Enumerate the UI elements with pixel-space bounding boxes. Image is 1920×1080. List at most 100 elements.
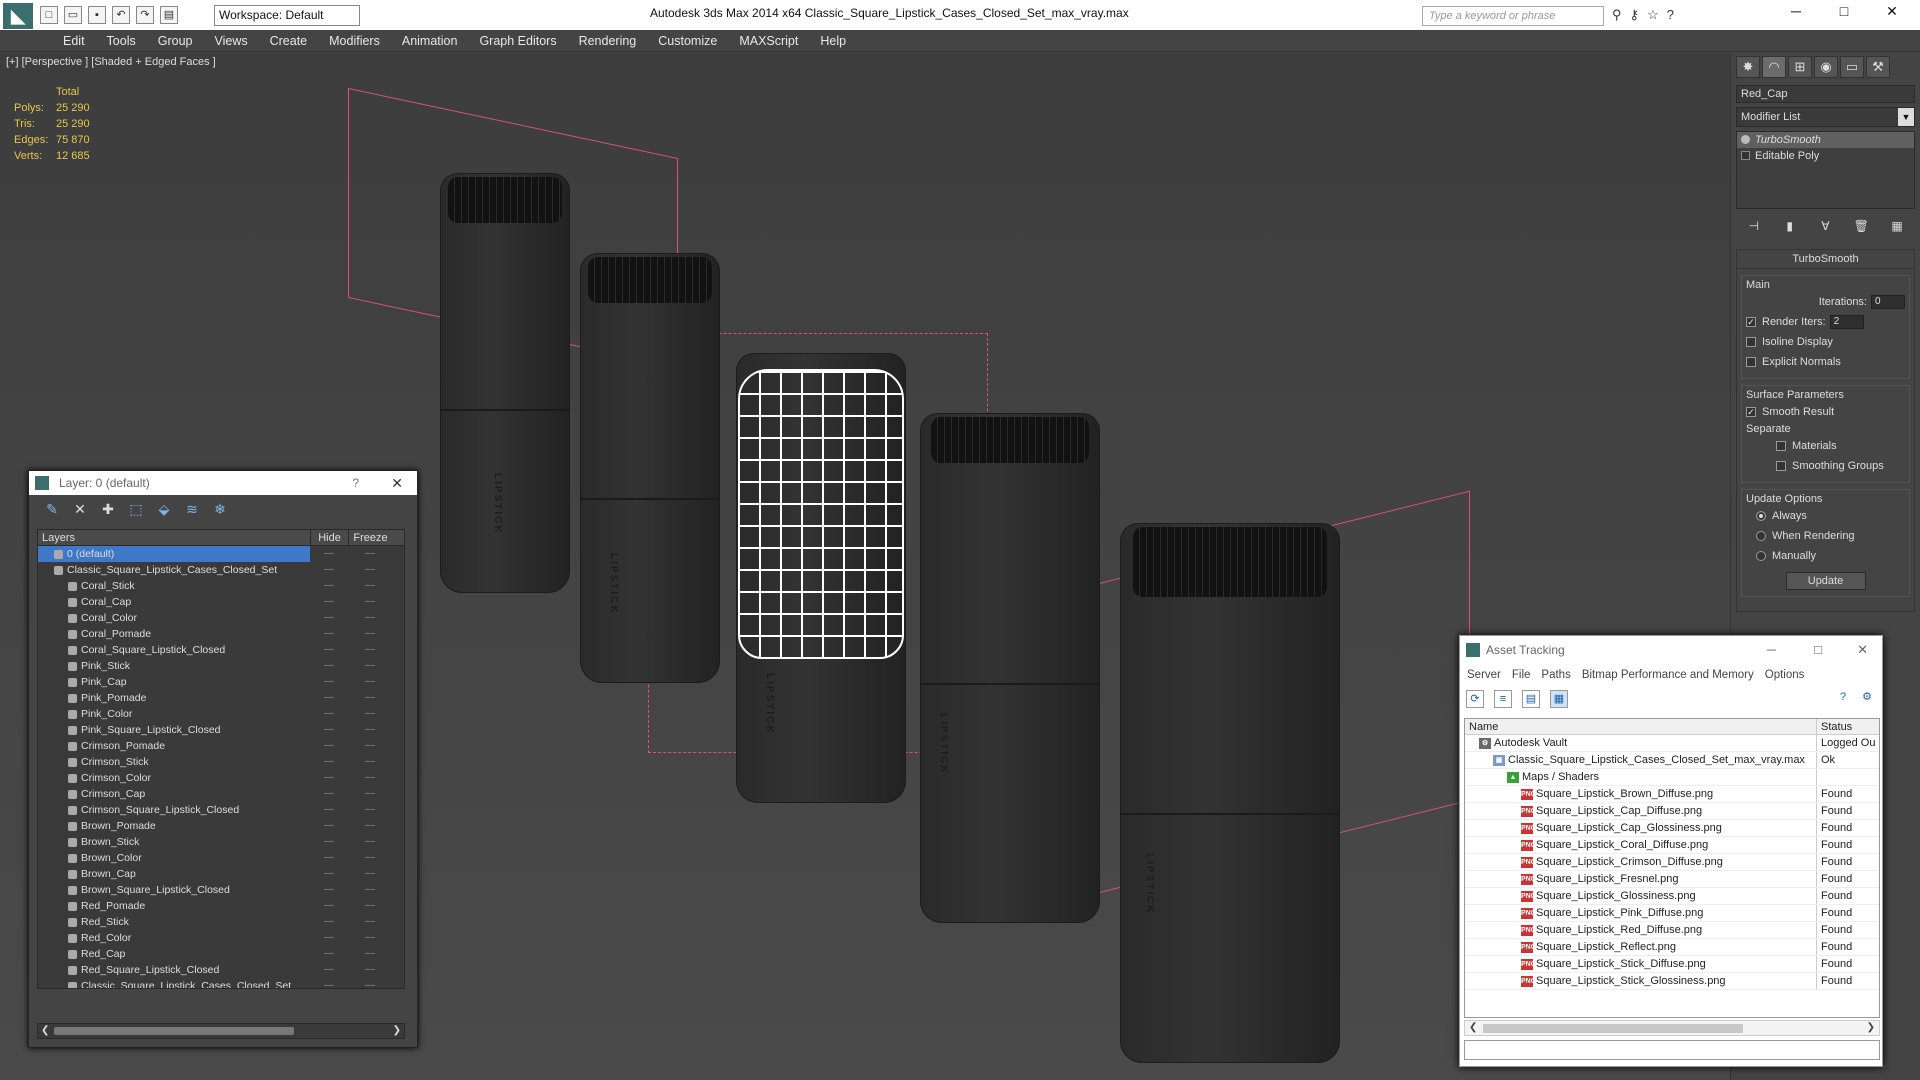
workspace-dropdown[interactable]: Workspace: Default [214, 5, 360, 26]
update-button[interactable]: Update [1785, 572, 1866, 590]
help-icon[interactable]: ? [1834, 689, 1852, 707]
open-file-icon[interactable]: ▭ [64, 6, 82, 24]
freeze-toggle[interactable]: — [348, 722, 392, 738]
asset-row[interactable]: PNGSquare_Lipstick_Brown_Diffuse.png Foun… [1465, 786, 1879, 803]
selected-cap-wireframe[interactable] [738, 369, 904, 659]
layer-row[interactable]: Brown_Stick — — [38, 834, 404, 850]
freeze-toggle[interactable]: — [348, 978, 392, 988]
hide-toggle[interactable]: — [310, 786, 348, 802]
asset-menu-item[interactable]: Bitmap Performance and Memory [1579, 664, 1762, 686]
configure-modifier-sets-icon[interactable]: ▦ [1887, 217, 1907, 235]
asset-menu-item[interactable]: Options [1762, 664, 1813, 686]
asset-row[interactable]: PNGSquare_Lipstick_Red_Diffuse.png Found [1465, 922, 1879, 939]
hide-toggle[interactable]: — [310, 690, 348, 706]
hide-toggle[interactable]: — [310, 818, 348, 834]
layer-row[interactable]: Coral_Stick — — [38, 578, 404, 594]
freeze-toggle[interactable]: — [348, 866, 392, 882]
list-view-icon[interactable]: ≡ [1494, 690, 1512, 708]
asset-row[interactable]: PNGSquare_Lipstick_Cap_Diffuse.png Found [1465, 803, 1879, 820]
lightbulb-icon[interactable] [1741, 135, 1750, 144]
layer-row[interactable]: Brown_Cap — — [38, 866, 404, 882]
freeze-toggle[interactable]: — [348, 754, 392, 770]
binoculars-icon[interactable]: ⚲ [1612, 7, 1622, 23]
create-tab-icon[interactable]: ✸ [1736, 56, 1760, 78]
maximize-button[interactable]: □ [1824, 3, 1864, 19]
layer-row[interactable]: Brown_Square_Lipstick_Closed — — [38, 882, 404, 898]
hide-toggle[interactable]: — [310, 610, 348, 626]
scroll-thumb[interactable] [1483, 1024, 1743, 1033]
explicit-normals-checkbox[interactable] [1746, 357, 1756, 367]
hide-toggle[interactable]: — [310, 770, 348, 786]
freeze-toggle[interactable]: — [348, 962, 392, 978]
hierarchy-tab-icon[interactable]: ⊞ [1788, 56, 1812, 78]
hide-all-icon[interactable]: ≋ [183, 500, 201, 518]
menu-item[interactable]: MAXScript [728, 30, 809, 51]
rollout-header[interactable]: TurboSmooth [1737, 250, 1914, 269]
smoothing-groups-checkbox[interactable] [1776, 461, 1786, 471]
freeze-toggle[interactable]: — [348, 642, 392, 658]
status-column-header[interactable]: Status [1817, 719, 1852, 734]
layer-row[interactable]: Red_Pomade — — [38, 898, 404, 914]
app-logo-icon[interactable]: ◣ [3, 3, 33, 29]
delete-layer-icon[interactable]: ✕ [71, 500, 89, 518]
layer-row[interactable]: Pink_Pomade — — [38, 690, 404, 706]
freeze-toggle[interactable]: — [348, 594, 392, 610]
menu-item[interactable]: Rendering [568, 30, 648, 51]
hide-toggle[interactable]: — [310, 978, 348, 988]
layer-row[interactable]: Red_Stick — — [38, 914, 404, 930]
pin-stack-icon[interactable]: ⊣ [1744, 217, 1764, 235]
hide-toggle[interactable]: — [310, 962, 348, 978]
render-iters-spinner[interactable]: 2 [1829, 315, 1864, 329]
modifier-list-dropdown[interactable]: Modifier List ▼ [1736, 107, 1915, 127]
asset-row[interactable]: PNGSquare_Lipstick_Stick_Glossiness.png F… [1465, 973, 1879, 990]
redo-icon[interactable]: ↷ [136, 6, 154, 24]
menu-item[interactable]: Graph Editors [468, 30, 567, 51]
stack-item-editable-poly[interactable]: Editable Poly [1737, 148, 1914, 164]
undo-icon[interactable]: ↶ [112, 6, 130, 24]
layers-column-header[interactable]: Layers [38, 530, 310, 545]
asset-row[interactable]: ▣ Classic_Square_Lipstick_Cases_Closed_Se… [1465, 752, 1879, 769]
scroll-thumb[interactable] [54, 1027, 294, 1035]
hide-toggle[interactable]: — [310, 658, 348, 674]
freeze-toggle[interactable]: — [348, 930, 392, 946]
hide-toggle[interactable]: — [310, 802, 348, 818]
freeze-toggle[interactable]: — [348, 770, 392, 786]
layer-row[interactable]: Coral_Square_Lipstick_Closed — — [38, 642, 404, 658]
freeze-toggle[interactable]: — [348, 546, 392, 562]
freeze-toggle[interactable]: — [348, 674, 392, 690]
layer-row[interactable]: Red_Square_Lipstick_Closed — — [38, 962, 404, 978]
iterations-spinner[interactable]: 0 [1871, 295, 1905, 309]
asset-row[interactable]: PNGSquare_Lipstick_Reflect.png Found [1465, 939, 1879, 956]
asset-window-titlebar[interactable]: Asset Tracking ─ □ ✕ [1460, 636, 1882, 664]
hide-column-header[interactable]: Hide [310, 530, 348, 545]
menu-item[interactable]: Animation [391, 30, 469, 51]
hide-toggle[interactable]: — [310, 914, 348, 930]
render-iters-checkbox[interactable]: ✓ [1746, 317, 1756, 327]
freeze-toggle[interactable]: — [348, 898, 392, 914]
project-folder-icon[interactable]: ▤ [160, 6, 178, 24]
layer-row[interactable]: Brown_Color — — [38, 850, 404, 866]
layer-row[interactable]: Pink_Square_Lipstick_Closed — — [38, 722, 404, 738]
menu-item[interactable]: Tools [96, 30, 147, 51]
freeze-toggle[interactable]: — [348, 786, 392, 802]
show-end-result-icon[interactable]: ▮ [1780, 217, 1800, 235]
lipstick-case-object[interactable]: LIPSTICK [920, 413, 1100, 923]
manually-radio[interactable] [1756, 551, 1766, 561]
hide-toggle[interactable]: — [310, 930, 348, 946]
freeze-column-header[interactable]: Freeze [348, 530, 392, 545]
layer-row[interactable]: Crimson_Square_Lipstick_Closed — — [38, 802, 404, 818]
scroll-right-icon[interactable]: ❯ [393, 1024, 401, 1038]
freeze-toggle[interactable]: — [348, 882, 392, 898]
minimize-icon[interactable]: ─ [1767, 636, 1776, 664]
scroll-left-icon[interactable]: ❮ [1469, 1021, 1477, 1035]
hide-toggle[interactable]: — [310, 866, 348, 882]
lipstick-case-object[interactable]: LIPSTICK [1120, 523, 1340, 1063]
make-unique-icon[interactable]: ∀ [1815, 217, 1835, 235]
lipstick-case-object[interactable]: LIPSTICK [580, 253, 720, 683]
add-to-layer-icon[interactable]: ✚ [99, 500, 117, 518]
always-radio[interactable] [1756, 511, 1766, 521]
select-objects-icon[interactable]: ⬚ [127, 500, 145, 518]
hide-toggle[interactable]: — [310, 946, 348, 962]
lipstick-case-object[interactable]: LIPSTICK [440, 173, 570, 593]
layer-row[interactable]: 0 (default) — — [38, 546, 404, 562]
